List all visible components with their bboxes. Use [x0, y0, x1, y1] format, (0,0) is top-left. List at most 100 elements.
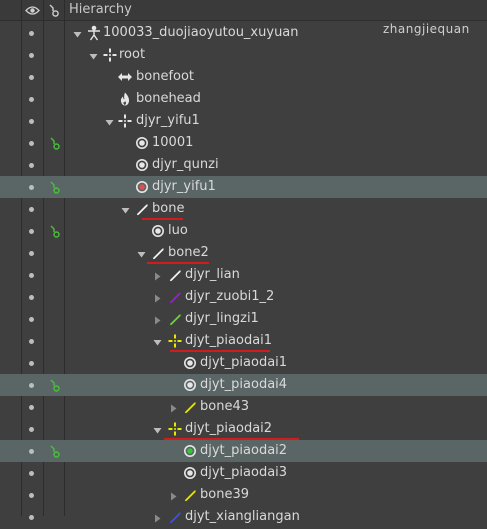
expand-arrow-icon[interactable] [153, 336, 162, 346]
bone-white-icon [134, 201, 150, 217]
visibility-toggle[interactable] [29, 141, 34, 146]
tree-row[interactable]: bonefoot [0, 66, 487, 88]
tree-row[interactable]: djyt_xiangliangan [0, 506, 487, 528]
visibility-toggle[interactable] [29, 75, 34, 80]
tree-row[interactable]: djyt_piaodai4 [0, 374, 487, 396]
flame-icon [117, 91, 133, 107]
visibility-toggle[interactable] [29, 273, 34, 278]
bone-white-icon [167, 267, 183, 283]
radio-icon [182, 377, 198, 393]
link-icon[interactable] [49, 444, 61, 458]
tree-row-label: bone2 [168, 245, 209, 260]
tree-row[interactable]: djyr_yifu1 [0, 176, 487, 198]
tree-row-label: djyt_piaodai3 [200, 465, 288, 480]
link-icon [49, 4, 59, 17]
bone-yellow-icon [182, 399, 198, 415]
tree-row-label: 100033_duojiaoyutou_xuyuan [103, 25, 299, 40]
tree-row-label: 10001 [152, 135, 194, 150]
radio-icon [150, 223, 166, 239]
collapse-arrow-icon[interactable] [169, 402, 178, 413]
tree-row[interactable]: djyt_piaodai1 [0, 352, 487, 374]
tree-row[interactable]: djyr_lingzi1 [0, 308, 487, 330]
tree-row[interactable]: djyt_piaodai2 [0, 418, 487, 440]
eye-icon [24, 5, 40, 15]
link-icon[interactable] [49, 136, 61, 150]
visibility-toggle[interactable] [29, 229, 34, 234]
bone-green-icon [167, 311, 183, 327]
tree-row[interactable]: djyr_qunzi [0, 154, 487, 176]
expand-arrow-icon[interactable] [73, 28, 82, 38]
link-icon[interactable] [49, 224, 61, 238]
tree-row[interactable]: luo [0, 220, 487, 242]
visibility-toggle[interactable] [29, 185, 34, 190]
visibility-toggle[interactable] [29, 427, 34, 432]
link-icon[interactable] [49, 180, 61, 194]
expand-arrow-icon[interactable] [153, 424, 162, 434]
tree-row[interactable]: djyr_yifu1 [0, 110, 487, 132]
collapse-arrow-icon[interactable] [169, 490, 178, 501]
tree-row-label: djyt_piaodai2 [200, 443, 288, 458]
expand-arrow-icon[interactable] [89, 50, 98, 60]
tree-row[interactable]: djyt_piaodai2 [0, 440, 487, 462]
collapse-arrow-icon[interactable] [153, 292, 162, 303]
visibility-toggle[interactable] [29, 339, 34, 344]
tree-row[interactable]: djyr_lian [0, 264, 487, 286]
tree-row-label: bonefoot [136, 69, 195, 84]
radio-icon [134, 157, 150, 173]
tree-row-label: bone39 [200, 487, 249, 502]
expand-arrow-icon[interactable] [137, 248, 146, 258]
tree-row[interactable]: djyt_piaodai3 [0, 462, 487, 484]
tree-row-label: djyr_zuobi1_2 [185, 289, 275, 304]
tree-row[interactable]: 10001 [0, 132, 487, 154]
visibility-toggle[interactable] [29, 449, 34, 454]
tree-row[interactable]: bone43 [0, 396, 487, 418]
tree-row[interactable]: bone2 [0, 242, 487, 264]
tree-row-label: luo [168, 223, 188, 238]
tree-row[interactable]: bone39 [0, 484, 487, 506]
tree-row-label: djyr_lian [185, 267, 240, 282]
visibility-toggle[interactable] [29, 405, 34, 410]
panel-title: Hierarchy [69, 2, 132, 17]
visibility-toggle[interactable] [29, 317, 34, 322]
tree-row[interactable]: root [0, 44, 487, 66]
visibility-toggle[interactable] [29, 295, 34, 300]
visibility-toggle[interactable] [29, 207, 34, 212]
tree-row-label: djyt_piaodai4 [200, 377, 288, 392]
visibility-toggle[interactable] [29, 31, 34, 36]
crosshair-yellow-icon [167, 333, 183, 349]
visibility-toggle[interactable] [29, 163, 34, 168]
tree-row[interactable]: bone [0, 198, 487, 220]
double-arrow-icon [117, 69, 133, 85]
visibility-toggle[interactable] [29, 251, 34, 256]
collapse-arrow-icon[interactable] [153, 270, 162, 281]
visibility-toggle[interactable] [29, 97, 34, 102]
expand-arrow-icon[interactable] [105, 116, 114, 126]
hierarchy-header: Hierarchy [0, 0, 487, 21]
visibility-toggle[interactable] [29, 361, 34, 366]
tree-row[interactable]: djyt_piaodai1 [0, 330, 487, 352]
visibility-column-header[interactable] [21, 0, 43, 20]
bone-blue-icon [167, 509, 183, 525]
visibility-toggle[interactable] [29, 471, 34, 476]
visibility-toggle[interactable] [29, 493, 34, 498]
crosshair-yellow-icon [167, 421, 183, 437]
bone-white-icon [150, 245, 166, 261]
collapse-arrow-icon[interactable] [153, 314, 162, 325]
link-icon[interactable] [49, 378, 61, 392]
tree-row-label: djyt_piaodai1 [185, 333, 273, 348]
visibility-toggle[interactable] [29, 53, 34, 58]
tree-row-label: djyr_qunzi [152, 157, 219, 172]
tree-row[interactable]: djyr_zuobi1_2 [0, 286, 487, 308]
visibility-toggle[interactable] [29, 119, 34, 124]
bone-purple-icon [167, 289, 183, 305]
tree-row[interactable]: 100033_duojiaoyutou_xuyuan [0, 22, 487, 44]
expand-arrow-icon[interactable] [121, 204, 130, 214]
tree-row-label: bone [152, 201, 185, 216]
radio-icon [134, 135, 150, 151]
collapse-arrow-icon[interactable] [153, 512, 162, 523]
tree-row[interactable]: bonehead [0, 88, 487, 110]
visibility-toggle[interactable] [29, 383, 34, 388]
link-column-header[interactable] [44, 0, 64, 20]
crosshair-icon [117, 113, 133, 129]
radio-icon [182, 465, 198, 481]
